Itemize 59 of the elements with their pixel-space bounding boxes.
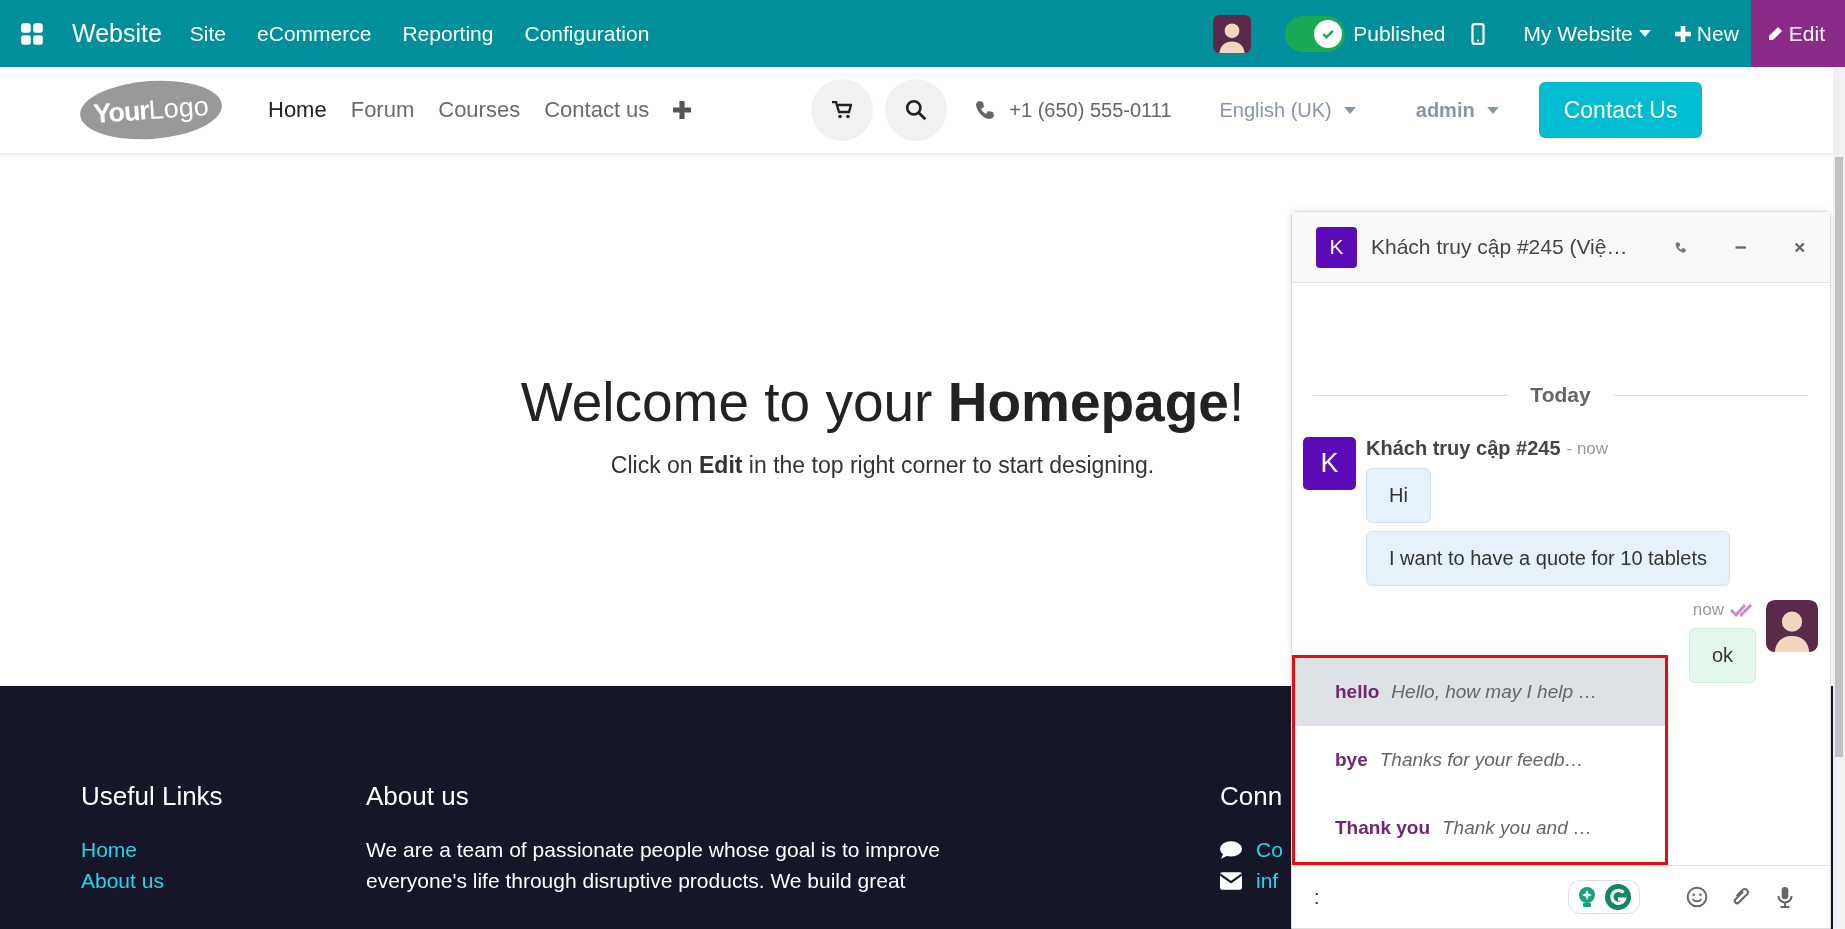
message-time: - now (1566, 438, 1609, 459)
avatar-icon (1766, 600, 1818, 652)
top-menu-item[interactable]: eCommerce (257, 21, 372, 46)
lightbulb-icon[interactable] (1577, 886, 1597, 908)
message-bubble: I want to have a quote for 10 tablets (1366, 531, 1730, 586)
hero-title: Welcome to your Homepage! (520, 370, 1245, 434)
message-author: Khách truy cập #245 (1366, 437, 1561, 460)
message-bubble: Hi (1366, 468, 1431, 523)
top-menu-item[interactable]: Configuration (524, 21, 650, 46)
caret-icon (1343, 106, 1356, 114)
footer-link[interactable]: Home (81, 834, 366, 865)
contact-link[interactable]: Co (1256, 834, 1283, 865)
website-dropdown[interactable]: My Website (1511, 0, 1663, 67)
emoji-icon[interactable] (1686, 886, 1708, 908)
visitor-avatar: K (1303, 437, 1356, 490)
top-menu-item[interactable]: Reporting (402, 21, 494, 46)
footer-heading: Useful Links (81, 781, 224, 812)
canned-response-item[interactable]: Thank you Thank you and … (1295, 794, 1665, 862)
contact-link[interactable]: inf (1256, 865, 1279, 896)
scrollbar[interactable] (1833, 67, 1845, 929)
about-text: We are a team of passionate people whose goal is to improve everyone's life through disruptive products. We build great (366, 837, 941, 894)
chat-title[interactable]: Khách truy cập #245 (Việ… (1371, 235, 1628, 259)
language-dropdown[interactable]: English (UK) (1219, 98, 1356, 122)
nav-link[interactable]: Contact us (544, 97, 650, 123)
nav-link[interactable]: Courses (438, 97, 521, 123)
caret-icon (1638, 30, 1651, 37)
footer-heading: About us (366, 781, 470, 812)
edit-button[interactable]: Edit (1750, 0, 1845, 67)
canned-response-item[interactable]: hello Hello, how may I help … (1295, 658, 1665, 726)
phone-number: +1 (650) 555-0111 (1009, 98, 1172, 122)
nav-link[interactable]: Forum (350, 97, 415, 123)
avatar-icon[interactable] (1213, 14, 1252, 53)
canned-response-item[interactable]: bye Thanks for your feedb… (1295, 726, 1665, 794)
apps-grid-icon[interactable] (20, 21, 44, 46)
footer-link[interactable]: About us (81, 865, 366, 896)
search-icon (905, 99, 928, 121)
chat-bubble-icon (1220, 840, 1242, 859)
footer-heading: Conn (1220, 781, 1283, 812)
phone-icon (975, 100, 996, 120)
cart-icon (832, 101, 853, 119)
app-name[interactable]: Website (72, 19, 162, 48)
new-button[interactable]: New (1662, 0, 1751, 67)
message-bubble: ok (1688, 628, 1756, 683)
top-menu-item[interactable]: Site (189, 21, 227, 46)
add-icon[interactable] (673, 101, 692, 119)
nav-link[interactable]: Home (268, 97, 327, 123)
hero-subtitle: Click on Edit in the top right corner to start designing. (610, 452, 1155, 479)
message-time: now (1692, 600, 1724, 620)
published-toggle[interactable]: Published (1285, 15, 1446, 52)
plus-icon (1674, 25, 1691, 42)
envelope-icon (1220, 871, 1242, 890)
user-dropdown[interactable]: admin (1415, 98, 1499, 122)
pencil-icon (1766, 25, 1783, 42)
caret-icon (1486, 106, 1499, 114)
visitor-avatar: K (1316, 226, 1357, 268)
grammarly-widget[interactable] (1568, 880, 1640, 914)
mobile-icon[interactable] (1471, 22, 1486, 45)
grammar-checker-icon[interactable] (1605, 884, 1631, 910)
date-divider: Today (1530, 383, 1591, 407)
